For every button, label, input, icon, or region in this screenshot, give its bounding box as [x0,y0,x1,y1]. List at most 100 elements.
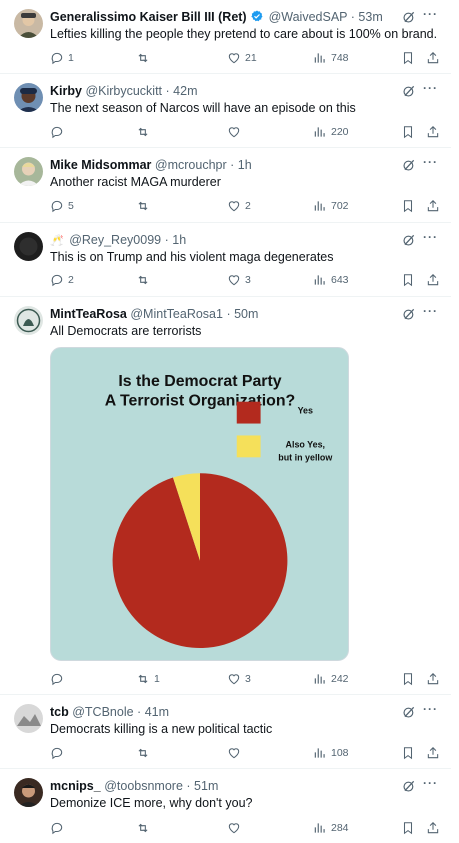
bookmark-button[interactable] [401,50,415,66]
more-icon[interactable]: ··· [423,231,437,245]
display-name[interactable]: Mike Midsommar [50,158,151,172]
views-button[interactable]: 108 [313,745,349,761]
grok-icon[interactable] [402,158,416,172]
post-header: Kirby @Kirbycuckitt · 42m [50,83,395,100]
display-name[interactable]: tcb [50,705,69,719]
post-text: Demonize ICE more, why don't you? [50,796,253,810]
grok-icon[interactable] [402,307,416,321]
more-icon[interactable]: ··· [423,703,437,717]
bookmark-button[interactable] [401,671,415,687]
views-button[interactable]: 242 [313,671,349,687]
post[interactable]: Mike Midsommar @mcrouchpr · 1h ··· Anoth… [0,148,451,223]
views-button[interactable]: 643 [313,272,349,288]
timestamp[interactable]: 1h [172,233,186,247]
grok-icon[interactable] [402,10,416,24]
avatar[interactable] [14,306,43,335]
more-icon[interactable]: ··· [423,156,437,170]
avatar[interactable] [14,9,43,38]
handle[interactable]: @MintTeaRosa1 [130,307,223,321]
grok-icon[interactable] [402,705,416,719]
repost-button[interactable]: 1 [136,671,160,687]
handle[interactable]: @mcrouchpr [155,158,227,172]
display-name[interactable]: Generalissimo Kaiser Bill III (Ret) [50,10,247,24]
grok-icon[interactable] [402,233,416,247]
avatar[interactable] [14,778,43,807]
display-name[interactable]: MintTeaRosa [50,307,127,321]
views-button[interactable]: 220 [313,124,349,140]
views-button[interactable]: 702 [313,198,349,214]
handle[interactable]: @TCBnole [72,705,133,719]
avatar[interactable] [14,232,43,261]
like-button[interactable]: 21 [227,50,257,66]
avatar[interactable] [14,83,43,112]
bookmark-icon [403,274,413,287]
like-button[interactable]: 2 [227,198,251,214]
handle[interactable]: @Rey_Rey0099 [69,233,161,247]
reply-button[interactable]: 5 [50,198,74,214]
repost-button[interactable] [136,198,154,214]
repost-button[interactable] [136,50,154,66]
bookmark-button[interactable] [401,745,415,761]
reply-button[interactable] [50,820,68,836]
display-name[interactable]: Kirby [50,84,82,98]
views-button[interactable]: 748 [313,50,349,66]
chart-title-line-1: Is the Democrat Party [118,373,281,390]
repost-button[interactable] [136,820,154,836]
handle[interactable]: @WaivedSAP [269,10,348,24]
bookmark-icon [403,822,413,835]
display-name[interactable]: mcnips_ [50,779,101,793]
reply-button[interactable]: 2 [50,272,74,288]
share-button[interactable] [426,198,440,214]
share-button[interactable] [426,272,440,288]
like-button[interactable]: 3 [227,272,251,288]
handle[interactable]: @toobsnmore [104,779,183,793]
post-header: 🥂 @Rey_Rey0099 · 1h [50,232,395,249]
bookmark-button[interactable] [401,272,415,288]
like-icon [228,275,240,286]
post[interactable]: Kirby @Kirbycuckitt · 42m ··· The next s… [0,74,451,148]
more-icon[interactable]: ··· [423,82,437,96]
post[interactable]: Generalissimo Kaiser Bill III (Ret) @Wai… [0,0,451,74]
reply-button[interactable] [50,745,68,761]
reply-button[interactable] [50,124,68,140]
like-button[interactable] [227,745,245,761]
reply-button[interactable]: 1 [50,50,74,66]
timestamp[interactable]: 1h [238,158,252,172]
share-button[interactable] [426,745,440,761]
bookmark-button[interactable] [401,820,415,836]
legend-label: Yes [298,406,313,416]
like-button[interactable] [227,124,245,140]
post-image[interactable]: Is the Democrat Party A Terrorist Organi… [50,347,349,661]
like-button[interactable] [227,820,245,836]
post[interactable]: 🥂 @Rey_Rey0099 · 1h ··· This is on Trump… [0,223,451,297]
timestamp[interactable]: 50m [234,307,258,321]
like-count: 3 [245,274,251,286]
avatar[interactable] [14,704,43,733]
timestamp[interactable]: 53m [358,10,382,24]
more-icon[interactable]: ··· [423,305,437,319]
handle[interactable]: @Kirbycuckitt [85,84,162,98]
repost-button[interactable] [136,124,154,140]
post[interactable]: mcnips_ @toobsnmore · 51m ··· Demonize I… [0,769,451,843]
share-button[interactable] [426,671,440,687]
grok-icon[interactable] [402,779,416,793]
post[interactable]: tcb @TCBnole · 41m ··· Democrats killing… [0,695,451,769]
bookmark-button[interactable] [401,198,415,214]
grok-icon[interactable] [402,84,416,98]
bookmark-button[interactable] [401,124,415,140]
timestamp[interactable]: 41m [145,705,169,719]
reply-button[interactable] [50,671,68,687]
like-button[interactable]: 3 [227,671,251,687]
views-button[interactable]: 284 [313,820,349,836]
timestamp[interactable]: 42m [173,84,197,98]
share-button[interactable] [426,124,440,140]
share-button[interactable] [426,50,440,66]
views-count: 748 [331,52,349,64]
timestamp[interactable]: 51m [194,779,218,793]
share-button[interactable] [426,820,440,836]
more-icon[interactable]: ··· [423,8,437,22]
avatar[interactable] [14,157,43,186]
more-icon[interactable]: ··· [423,777,437,791]
repost-button[interactable] [136,272,154,288]
repost-button[interactable] [136,745,154,761]
